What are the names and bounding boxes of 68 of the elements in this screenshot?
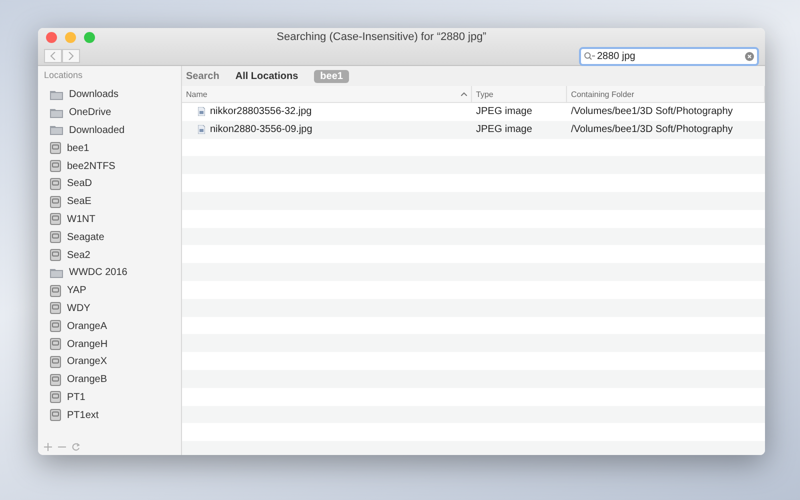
chevron-left-icon bbox=[50, 52, 56, 60]
sidebar-item[interactable]: bee1 bbox=[38, 139, 181, 158]
folder-icon bbox=[50, 268, 63, 278]
sidebar-item[interactable]: PT1 bbox=[38, 388, 181, 406]
sidebar-item[interactable]: SeaE bbox=[38, 192, 181, 211]
table-cell: nikkor28803556-32.jpg bbox=[182, 106, 472, 118]
sidebar-item[interactable]: OrangeA bbox=[38, 317, 181, 336]
window-title: Searching (Case-Insensitive) for “2880 jpg” bbox=[276, 31, 488, 43]
search-field[interactable]: 2880 jpg bbox=[579, 46, 759, 66]
image-file-icon bbox=[198, 125, 205, 134]
drive-icon bbox=[50, 409, 61, 422]
table-cell: nikon2880-3556-09.jpg bbox=[182, 124, 472, 136]
sidebar-item[interactable]: Downloads bbox=[38, 86, 181, 104]
minimize-button[interactable] bbox=[65, 32, 76, 42]
drive-icon bbox=[50, 391, 61, 404]
file-row[interactable]: nikon2880-3556-09.jpg JPEG image /Volumes/bee1/3D Soft/Photography bbox=[182, 120, 765, 139]
drive-icon bbox=[50, 320, 61, 332]
folder-icon bbox=[50, 108, 63, 118]
folder-icon bbox=[50, 125, 63, 136]
drive-icon bbox=[50, 231, 61, 244]
forward-button[interactable] bbox=[62, 49, 80, 63]
image-file-icon bbox=[198, 107, 205, 116]
sidebar-item[interactable]: bee2NTFS bbox=[38, 157, 181, 175]
chevron-right-icon bbox=[68, 52, 74, 60]
drive-icon bbox=[50, 284, 61, 297]
drive-icon bbox=[50, 178, 61, 190]
drive-icon bbox=[50, 249, 61, 262]
drive-icon bbox=[50, 142, 61, 154]
zoom-button[interactable] bbox=[84, 32, 95, 42]
close-button[interactable] bbox=[46, 32, 57, 42]
sidebar-item[interactable]: Seagate bbox=[38, 228, 181, 246]
table-cell-text: JPEG image bbox=[475, 106, 534, 118]
sidebar-item[interactable]: Sea2 bbox=[38, 246, 181, 264]
search-icon bbox=[584, 52, 595, 60]
sidebar-item[interactable]: OneDrive bbox=[38, 104, 181, 122]
sidebar-item[interactable]: OrangeH bbox=[38, 335, 181, 353]
drive-icon bbox=[50, 356, 61, 368]
table-cell-text: /Volumes/bee1/3D Soft/Photography bbox=[570, 124, 734, 136]
column-header[interactable]: Containing Folder bbox=[567, 86, 765, 102]
sidebar-item[interactable]: PT1ext bbox=[38, 406, 181, 424]
folder-icon bbox=[50, 90, 63, 100]
drive-icon bbox=[50, 196, 61, 208]
sidebar-item[interactable]: YAP bbox=[38, 282, 181, 300]
sidebar-item[interactable]: W1NT bbox=[38, 210, 181, 228]
refresh-icon[interactable] bbox=[72, 443, 80, 451]
table-cell-text: JPEG image bbox=[475, 124, 534, 136]
sort-caret-icon bbox=[461, 92, 467, 96]
scope-label: Search bbox=[186, 70, 220, 82]
sidebar-item[interactable]: OrangeB bbox=[38, 370, 181, 389]
scope-button[interactable]: All Locations bbox=[229, 70, 304, 82]
drive-icon bbox=[50, 213, 61, 226]
plus-icon[interactable] bbox=[44, 443, 52, 451]
sidebar-heading: Locations bbox=[43, 70, 84, 82]
column-header[interactable]: Type bbox=[472, 86, 567, 102]
sidebar-item[interactable]: SeaD bbox=[38, 174, 181, 193]
column-header[interactable]: Name bbox=[182, 86, 472, 102]
sidebar-item[interactable]: WWDC 2016 bbox=[38, 264, 181, 282]
clear-icon[interactable] bbox=[745, 52, 754, 60]
drive-icon bbox=[50, 374, 61, 386]
sidebar-item[interactable]: Downloaded bbox=[38, 122, 181, 140]
table-cell-text: /Volumes/bee1/3D Soft/Photography bbox=[570, 106, 734, 118]
drive-icon bbox=[50, 302, 61, 314]
drive-icon bbox=[50, 160, 61, 172]
search-input[interactable]: 2880 jpg bbox=[597, 50, 743, 62]
sidebar-item[interactable]: OrangeX bbox=[38, 352, 181, 371]
drive-icon bbox=[50, 338, 61, 350]
sidebar-item[interactable]: WDY bbox=[38, 300, 181, 318]
back-button[interactable] bbox=[44, 49, 62, 63]
